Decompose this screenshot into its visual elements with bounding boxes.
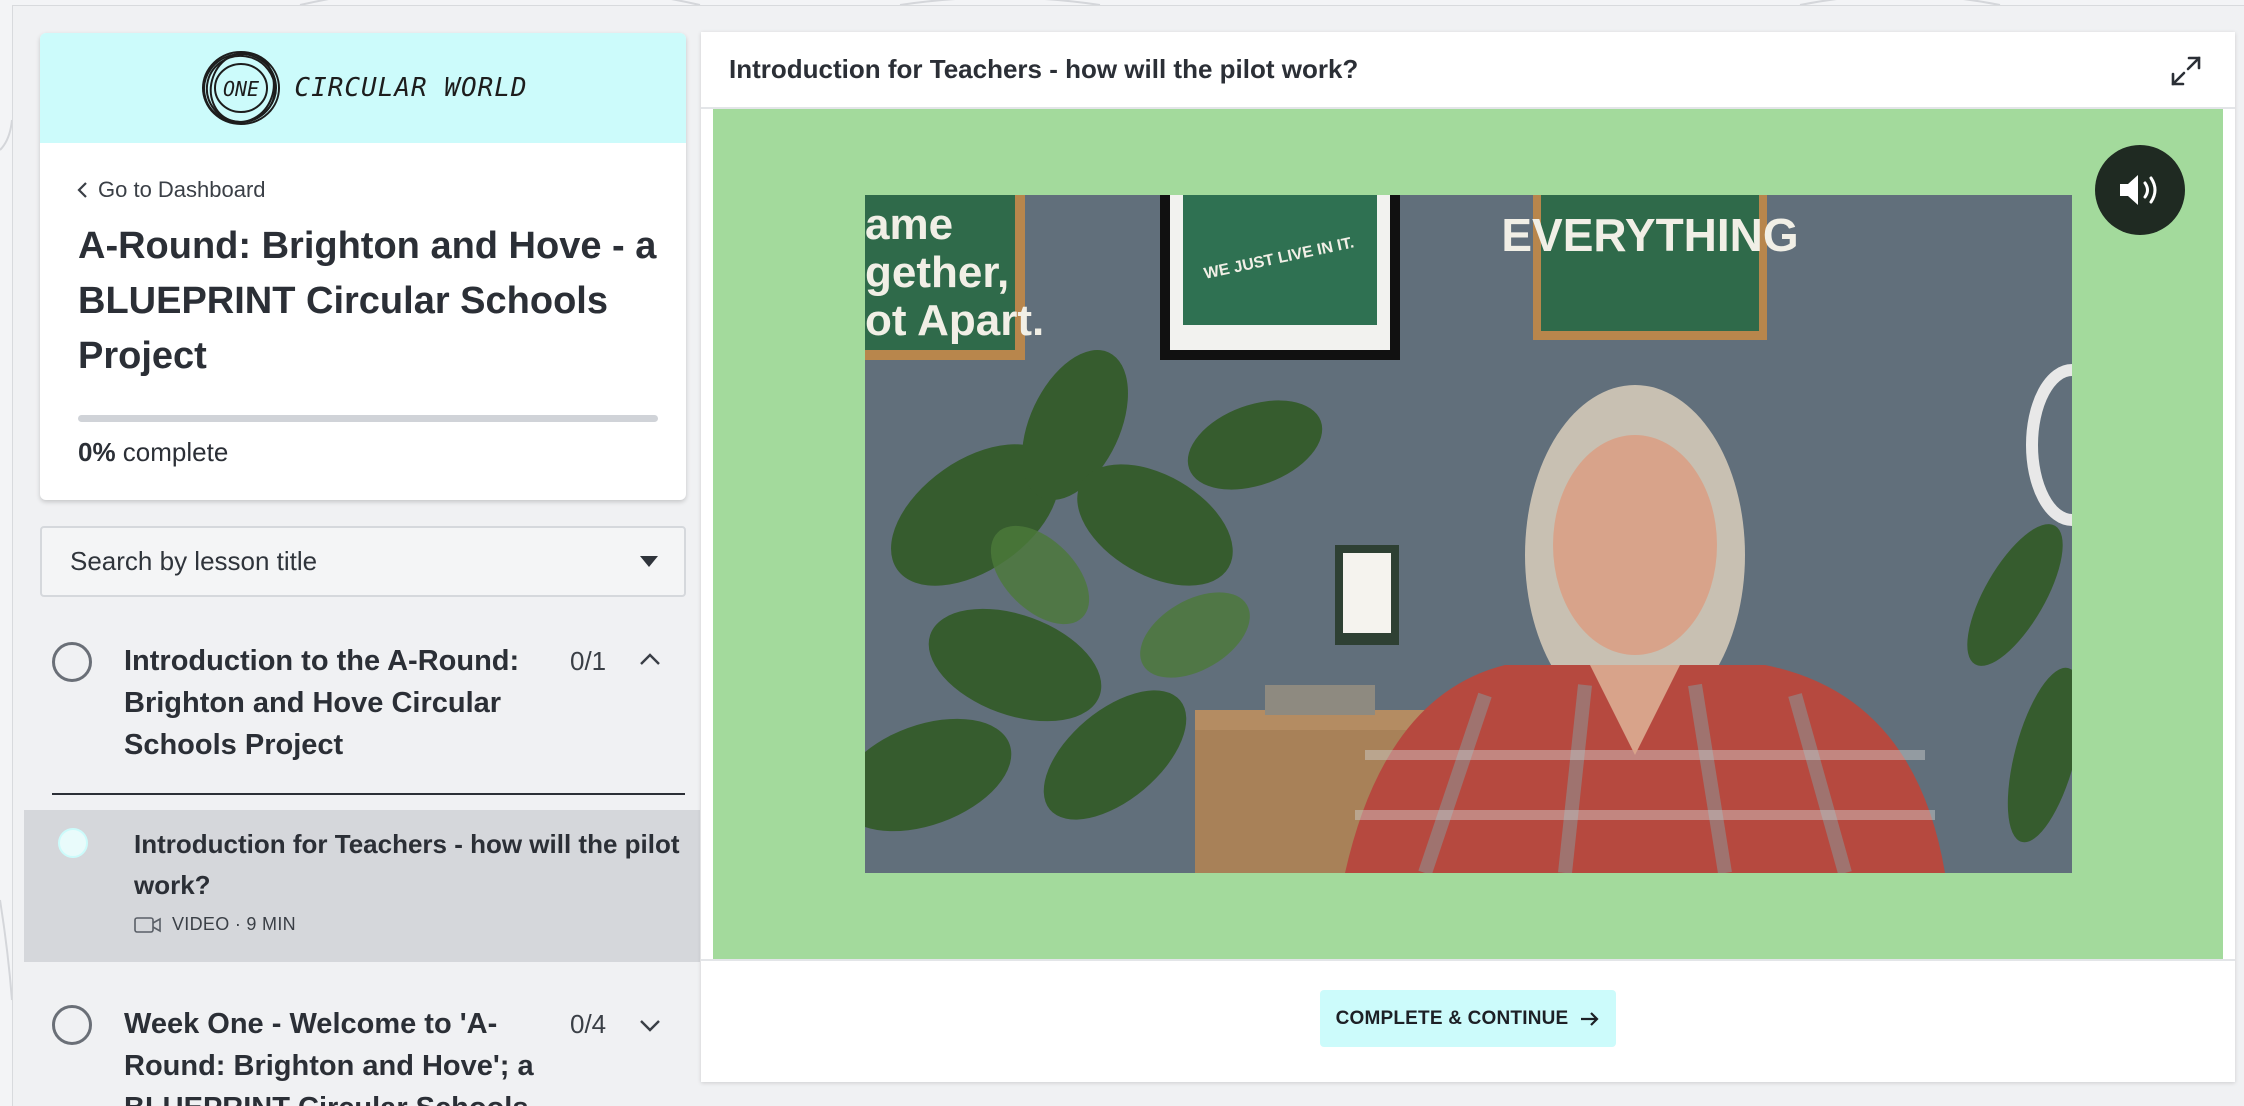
lesson-header: Introduction for Teachers - how will the…: [701, 32, 2235, 109]
lesson-title: Introduction for Teachers - how will the…: [134, 829, 680, 900]
chapter-week-one[interactable]: Week One - Welcome to 'A-Round: Brighton…: [40, 1003, 700, 1106]
chapter-status-circle-icon: [52, 1005, 92, 1045]
lesson-search-placeholder: Search by lesson title: [70, 546, 318, 576]
progress-suffix: complete: [115, 437, 229, 467]
go-to-dashboard-label: Go to Dashboard: [98, 177, 266, 202]
chevron-up-icon[interactable]: [638, 648, 662, 672]
arrow-right-icon: [1581, 1011, 1599, 1026]
complete-and-continue-button[interactable]: COMPLETE & CONTINUE: [1320, 990, 1616, 1047]
go-to-dashboard-link[interactable]: Go to Dashboard: [76, 177, 266, 203]
lesson-meta-text: VIDEO · 9 MIN: [172, 914, 296, 934]
lesson-panel: Introduction for Teachers - how will the…: [701, 32, 2235, 1082]
lesson-footer: COMPLETE & CONTINUE: [701, 959, 2235, 1082]
course-progress-text: 0% complete: [78, 437, 228, 468]
course-progress-bar: [78, 415, 658, 422]
chapter-divider: [52, 793, 685, 795]
chapter-title: Introduction to the A-Round: Brighton an…: [124, 645, 520, 761]
course-card: ONE CIRCULAR WORLD Go to Dashboard A-Rou…: [40, 33, 686, 500]
chapter-intro[interactable]: Introduction to the A-Round: Brighton an…: [40, 640, 700, 790]
logo-scribble-icon: ONE: [202, 51, 281, 125]
lesson-meta: VIDEO · 9 MIN: [134, 914, 296, 935]
video-frame: ame gether, ot Apart. WE JUST LIVE IN IT. …: [865, 195, 2072, 873]
logo-text: CIRCULAR WORLD: [294, 73, 528, 103]
complete-and-continue-label: COMPLETE & CONTINUE: [1335, 1007, 1569, 1029]
video-still-image: ame gether, ot Apart. WE JUST LIVE IN IT. …: [865, 195, 2072, 873]
volume-icon: [2120, 175, 2157, 205]
expand-icon[interactable]: [2169, 54, 2203, 88]
poster-text-3: EVERYTHING: [1501, 209, 1798, 261]
brand-header: ONE CIRCULAR WORLD: [40, 33, 686, 143]
lesson-item-active[interactable]: Introduction for Teachers - how will the…: [24, 810, 700, 962]
chevron-down-icon[interactable]: [638, 1013, 662, 1037]
caret-down-icon: [640, 556, 658, 567]
video-camera-icon: [134, 916, 161, 933]
course-title: A-Round: Brighton and Hove - a BLUEPRINT…: [78, 225, 657, 377]
video-player[interactable]: ame gether, ot Apart. WE JUST LIVE IN IT. …: [713, 109, 2223, 959]
chapter-title: Week One - Welcome to 'A-Round: Brighton…: [124, 1008, 534, 1106]
volume-button[interactable]: [2095, 145, 2185, 235]
course-sidebar: ONE CIRCULAR WORLD Go to Dashboard A-Rou…: [12, 5, 700, 1106]
chapter-lesson-count: 0/4: [570, 1009, 607, 1039]
brand-logo[interactable]: ONE CIRCULAR WORLD: [198, 45, 527, 131]
chapter-status-circle-icon: [52, 642, 92, 682]
logo-badge-text: ONE: [223, 77, 259, 101]
progress-percent: 0%: [78, 437, 116, 467]
chapter-lesson-count: 0/1: [570, 646, 607, 676]
lesson-search-dropdown[interactable]: Search by lesson title: [40, 526, 686, 597]
lesson-heading: Introduction for Teachers - how will the…: [729, 54, 1359, 84]
chevron-left-icon: [77, 182, 87, 198]
lesson-status-icon: [58, 828, 88, 858]
